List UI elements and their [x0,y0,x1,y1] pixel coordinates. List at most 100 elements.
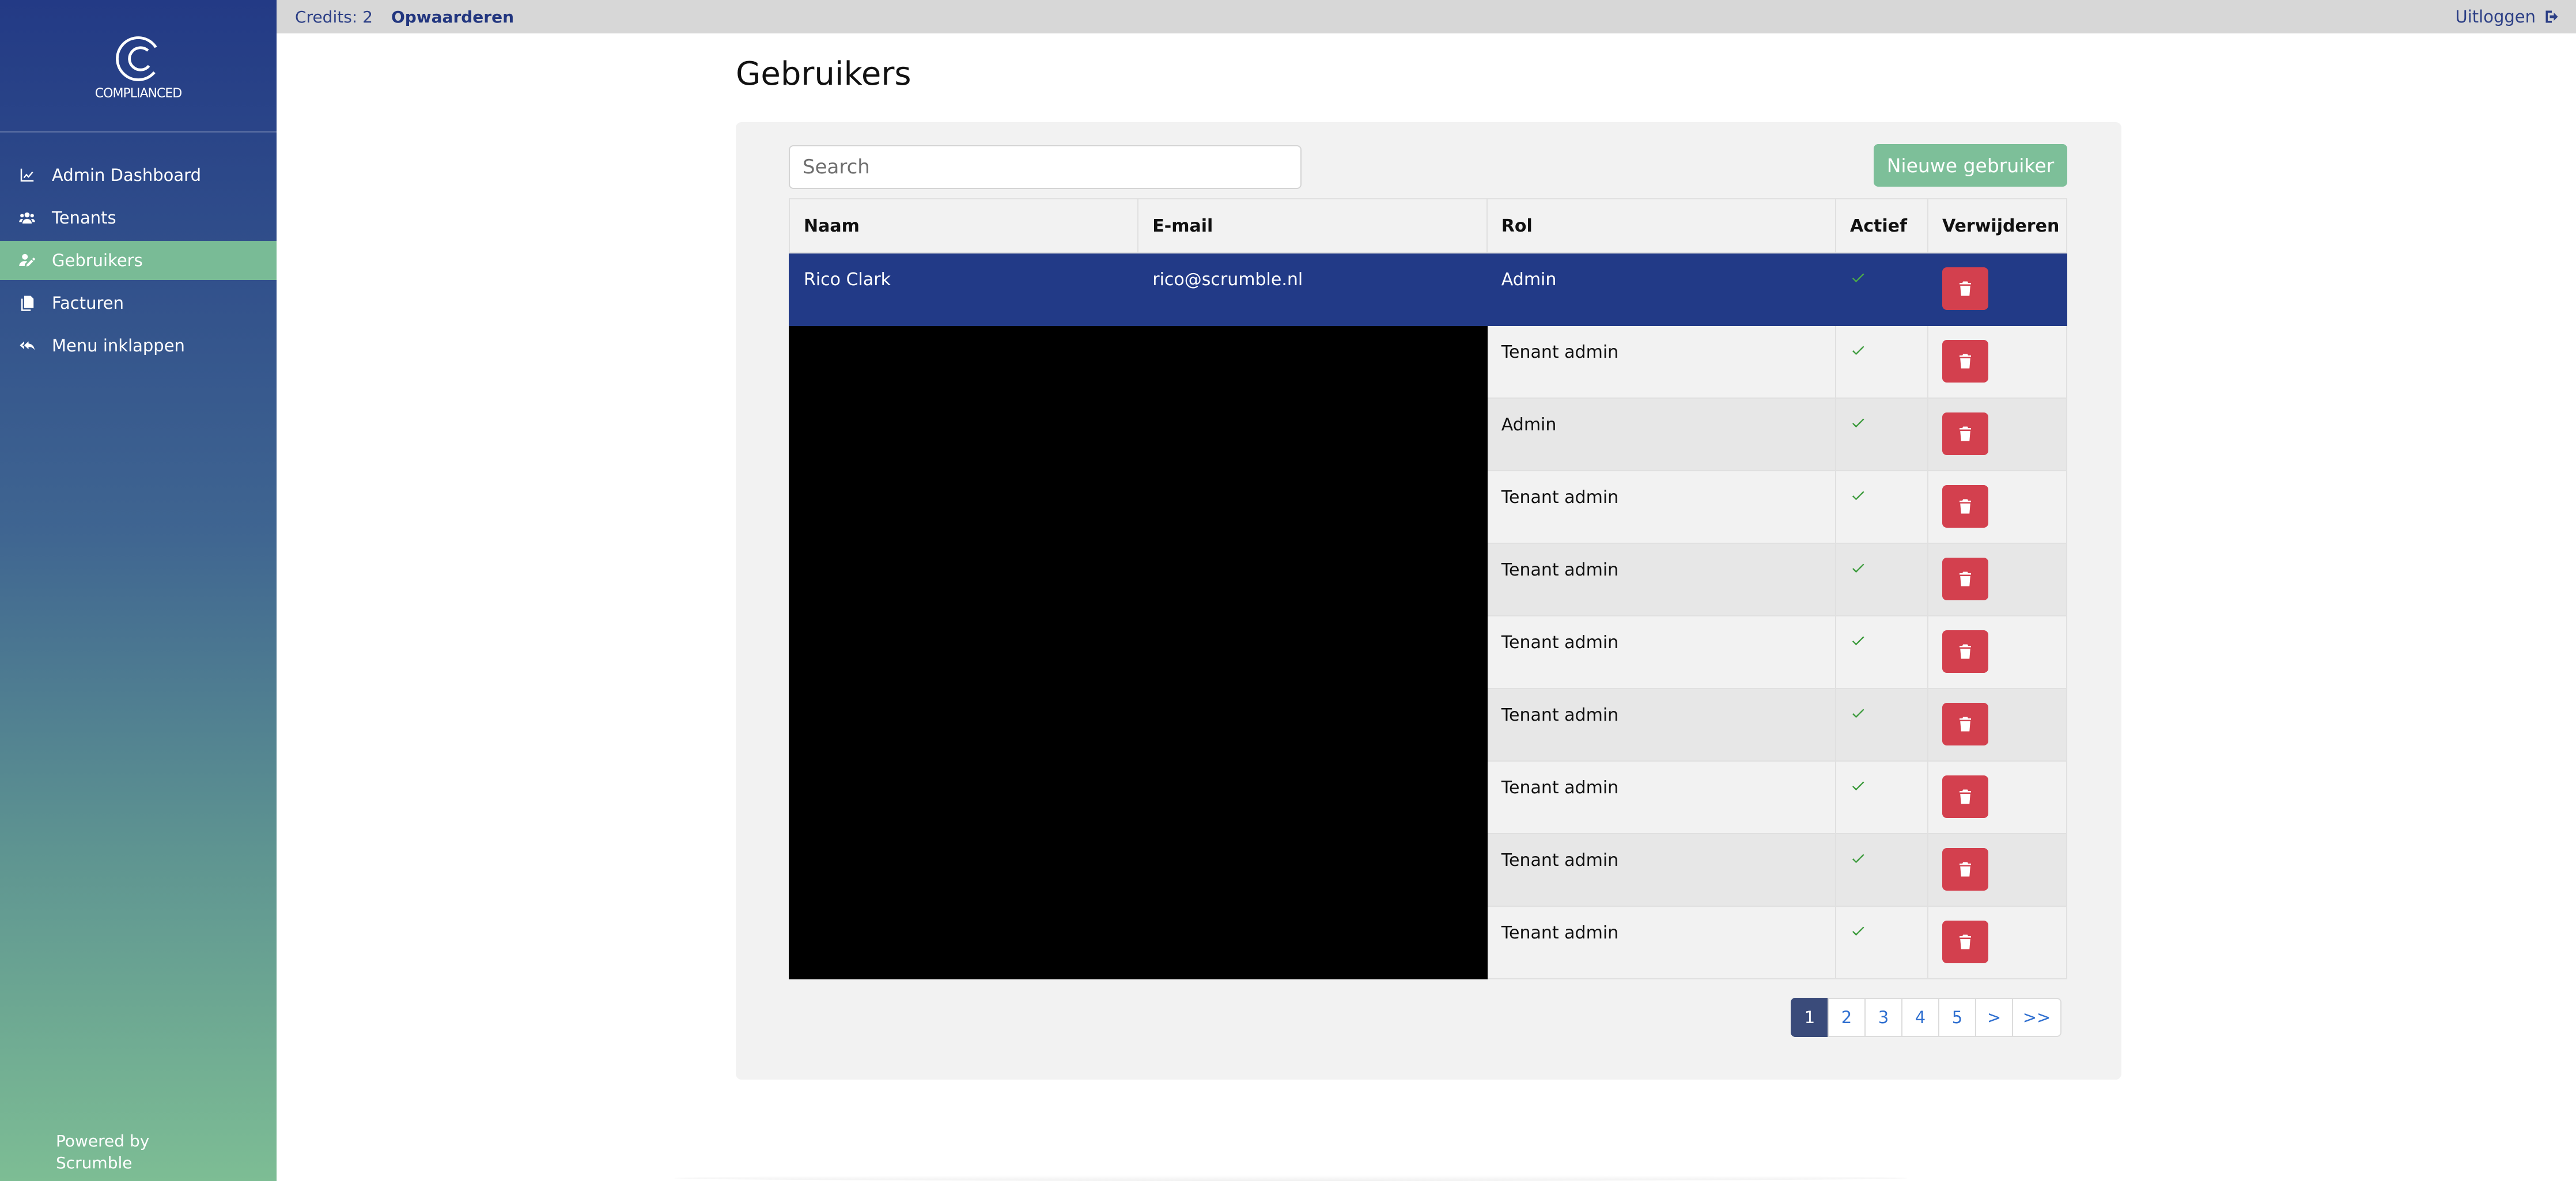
cell-email: rico@scrumble.nl [1137,252,1488,326]
sign-out-icon [2545,10,2558,23]
check-icon [1850,488,1866,508]
powered-by-line: Powered by [56,1131,150,1150]
topup-link[interactable]: Opwaarderen [391,7,514,27]
credits-label: Credits: 2 [295,7,373,27]
trash-icon [1957,279,1974,298]
powered-by-brand: Scrumble [56,1153,133,1172]
check-icon [1850,778,1866,798]
trash-icon [1957,860,1974,879]
cell-name: Rico Clark [788,252,1139,326]
check-icon [1850,923,1866,944]
delete-user-button[interactable] [1942,412,1988,455]
check-icon [1850,561,1866,581]
new-user-button[interactable]: Nieuwe gebruiker [1874,144,2067,187]
delete-user-button[interactable] [1942,485,1988,528]
chart-line-icon [17,165,37,185]
trash-icon [1957,352,1974,370]
delete-user-button[interactable] [1942,921,1988,963]
page-link[interactable]: 1 [1791,998,1829,1037]
check-icon [1850,633,1866,653]
cell-active [1835,906,1928,979]
cell-delete [1927,543,2068,616]
cell-role: Admin [1486,398,1837,471]
sidebar-item-facturen[interactable]: Facturen [0,283,277,323]
sidebar-item-label: Menu inklappen [52,336,185,355]
cell-delete [1927,470,2068,544]
trash-icon [1957,497,1974,516]
column-header-rol[interactable]: Rol [1486,198,1837,253]
sidebar-item-label: Facturen [52,293,124,313]
delete-user-button[interactable] [1942,267,1988,310]
sidebar-item-label: Gebruikers [52,251,143,270]
cell-role: Tenant admin [1486,325,1837,399]
cell-active [1835,398,1928,471]
reply-all-icon [17,336,37,355]
pagination: 1 2 3 4 5 > >> [1791,998,2061,1037]
page-link[interactable]: > [1975,998,2013,1037]
cell-delete [1927,688,2068,762]
delete-user-button[interactable] [1942,340,1988,383]
column-header-verwijderen: Verwijderen [1927,198,2068,253]
users-table: Naam E-mail Rol Actief Verwijderen Rico … [788,198,2068,979]
sidebar-item-admin-dashboard[interactable]: Admin Dashboard [0,156,277,195]
sidebar-nav: Admin Dashboard Tenants Gebruikers Factu… [0,156,277,365]
sidebar-item-tenants[interactable]: Tenants [0,198,277,237]
trash-icon [1957,933,1974,951]
cell-delete [1927,398,2068,471]
page-link[interactable]: 4 [1901,998,1939,1037]
sidebar-item-menu-inklappen[interactable]: Menu inklappen [0,326,277,365]
cell-active [1835,543,1928,616]
page-title: Gebruikers [736,55,911,93]
check-icon [1850,706,1866,726]
users-icon [17,208,37,228]
check-icon [1850,343,1866,363]
compliance-logo-icon [116,36,161,81]
delete-user-button[interactable] [1942,558,1988,600]
cell-active [1835,615,1928,689]
table-row[interactable]: Tenant admin [789,325,2068,979]
cell-delete [1927,615,2068,689]
cell-role: Tenant admin [1486,688,1837,762]
cell-role: Tenant admin [1486,615,1837,689]
copy-icon [17,293,37,313]
cell-delete [1927,906,2068,979]
trash-icon [1957,425,1974,443]
search-input[interactable] [789,145,1302,189]
logo[interactable]: COMPLIANCED [0,0,277,133]
sidebar: COMPLIANCED Admin Dashboard Tenants Gebr… [0,0,277,1181]
cell-active [1835,760,1928,834]
cell-delete [1927,325,2068,399]
users-panel: Nieuwe gebruiker Naam E-mail Rol Actief … [736,122,2121,1080]
column-header-actief[interactable]: Actief [1835,198,1928,253]
trash-icon [1957,642,1974,661]
trash-icon [1957,788,1974,806]
cell-role: Tenant admin [1486,906,1837,979]
column-header-naam[interactable]: Naam [788,198,1139,253]
delete-user-button[interactable] [1942,848,1988,891]
logout-label: Uitloggen [2455,7,2536,27]
cell-role: Tenant admin [1486,760,1837,834]
sidebar-item-label: Tenants [52,208,116,228]
delete-user-button[interactable] [1942,630,1988,673]
user-edit-icon [17,251,37,270]
delete-user-button[interactable] [1942,775,1988,818]
cell-delete [1927,252,2068,326]
page-link[interactable]: 5 [1938,998,1976,1037]
page-link[interactable]: 2 [1828,998,1866,1037]
cell-active [1835,688,1928,762]
logout-link[interactable]: Uitloggen [2456,0,2560,33]
page-link[interactable]: >> [2012,998,2061,1037]
cell-role: Tenant admin [1486,543,1837,616]
page-link[interactable]: 3 [1864,998,1902,1037]
cell-active [1835,833,1928,907]
check-icon [1850,415,1866,436]
cell-delete [1927,760,2068,834]
trash-icon [1957,570,1974,588]
sidebar-item-gebruikers[interactable]: Gebruikers [0,241,277,280]
table-header-row: Naam E-mail Rol Actief Verwijderen [788,198,2068,253]
column-header-email[interactable]: E-mail [1137,198,1488,253]
delete-user-button[interactable] [1942,703,1988,745]
logo-text: COMPLIANCED [94,86,182,101]
redacted-block [789,325,1488,979]
table-row[interactable]: Rico Clark rico@scrumble.nl Admin [788,252,2068,326]
